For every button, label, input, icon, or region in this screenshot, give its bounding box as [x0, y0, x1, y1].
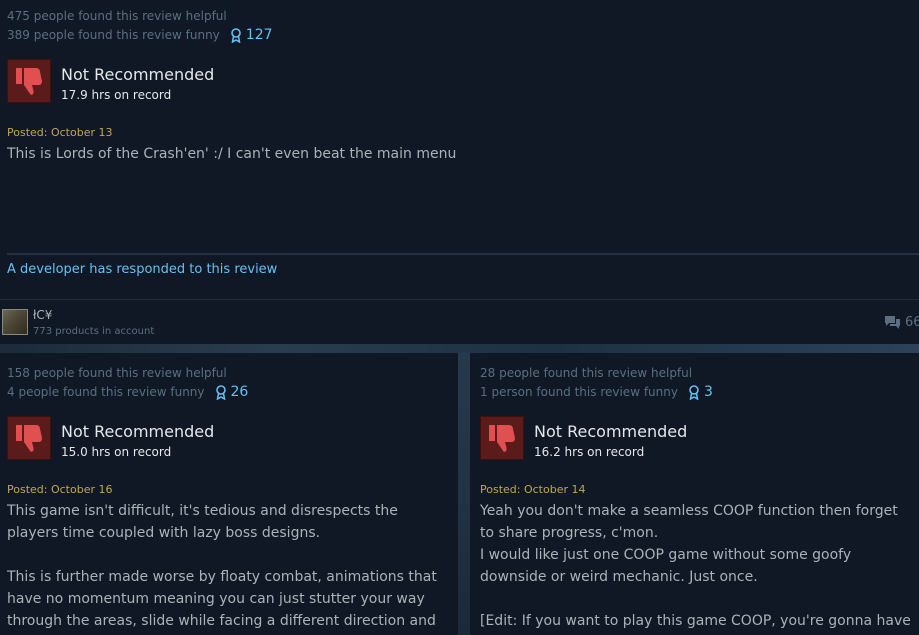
helpful-count: 28 people found this review helpful [480, 366, 693, 380]
thumbs-down-icon [16, 68, 42, 95]
review-verdict[interactable]: Not Recommended [534, 422, 687, 441]
awards-count: 26 [230, 384, 249, 400]
award-icon [230, 27, 241, 43]
funny-count: 1 person found this review funny [480, 385, 678, 399]
review-body: This game isn't difficult, it's tedious … [7, 500, 451, 635]
award-icon [215, 384, 226, 400]
avatar[interactable] [2, 309, 28, 335]
thumbs-down-badge [480, 416, 524, 460]
review-paragraph: This is further made worse by floaty com… [7, 569, 437, 629]
funny-count: 389 people found this review funny [7, 28, 220, 42]
hours-on-record: 15.0 hrs on record [61, 445, 172, 459]
awards-count: 127 [245, 27, 273, 43]
awards-count: 3 [703, 384, 713, 400]
review-paragraph: Yeah you don't make a seamless COOP func… [480, 503, 898, 541]
author-name[interactable]: łC¥ [33, 308, 52, 322]
thumbs-down-icon [489, 425, 515, 452]
comments-button[interactable]: 66 [884, 315, 919, 330]
background-banner [0, 344, 919, 353]
divider [7, 253, 919, 255]
review-verdict[interactable]: Not Recommended [61, 65, 214, 84]
review-body: This is Lords of the Crash'en' :/ I can'… [7, 146, 457, 162]
helpful-count: 475 people found this review helpful [7, 9, 227, 23]
awards-button[interactable]: 3 [688, 384, 713, 400]
awards-button[interactable]: 26 [215, 384, 249, 400]
hours-on-record: 17.9 hrs on record [61, 88, 172, 102]
funny-count: 4 people found this review funny [7, 385, 205, 399]
helpful-count: 158 people found this review helpful [7, 366, 227, 380]
review-body: Yeah you don't make a seamless COOP func… [480, 500, 916, 635]
thumbs-down-icon [16, 425, 42, 452]
awards-button[interactable]: 127 [230, 27, 273, 43]
comments-count: 66 [905, 315, 919, 330]
review-verdict[interactable]: Not Recommended [61, 422, 214, 441]
posted-date: Posted: October 16 [7, 483, 113, 496]
hours-on-record: 16.2 hrs on record [534, 445, 645, 459]
column-gap [458, 353, 470, 635]
author-products[interactable]: 773 products in account [33, 326, 154, 337]
review-card-left: 158 people found this review helpful 4 p… [0, 353, 458, 635]
comment-icon [885, 316, 900, 329]
review-paragraph: I would like just one COOP game without … [480, 547, 852, 585]
review-card-right: 28 people found this review helpful 1 pe… [470, 353, 919, 635]
review-paragraph: This game isn't difficult, it's tedious … [7, 503, 398, 541]
award-icon [689, 384, 699, 400]
thumbs-down-badge [7, 416, 51, 460]
thumbs-down-badge [7, 59, 51, 103]
posted-date: Posted: October 13 [7, 126, 113, 139]
posted-date: Posted: October 14 [480, 483, 586, 496]
author-bar: łC¥ 773 products in account 66 [0, 299, 919, 345]
developer-response-link[interactable]: A developer has responded to this review [7, 262, 277, 277]
review-paragraph: [Edit: If you want to play this game COO… [480, 613, 911, 629]
